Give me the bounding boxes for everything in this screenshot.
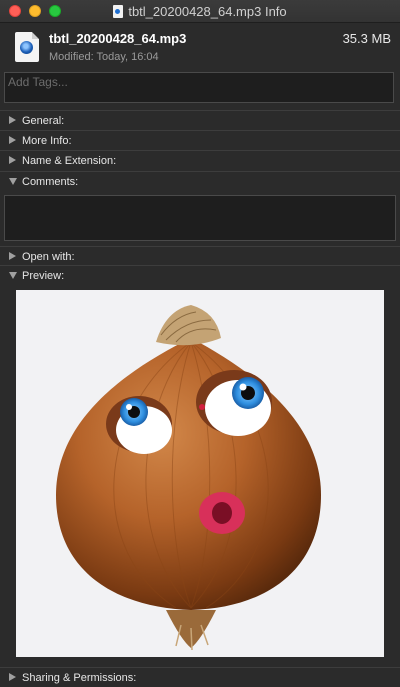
section-label: Name & Extension: [22, 155, 117, 167]
disclosure-triangle-icon[interactable] [9, 136, 16, 144]
section-label: Preview: [22, 270, 65, 282]
quicktime-file-icon [15, 32, 39, 62]
disclosure-triangle-icon[interactable] [9, 116, 16, 124]
file-size: 35.3 MB [342, 31, 391, 46]
file-name: tbtl_20200428_64.mp3 [49, 31, 187, 46]
disclosure-triangle-icon[interactable] [9, 673, 16, 681]
section-more-info[interactable]: More Info: [0, 130, 400, 150]
window-title: tbtl_20200428_64.mp3 Info [128, 3, 287, 19]
section-preview[interactable]: Preview: [0, 265, 400, 285]
disclosure-triangle-icon[interactable] [9, 252, 16, 260]
section-name-extension[interactable]: Name & Extension: [0, 150, 400, 170]
disclosure-triangle-icon[interactable] [9, 178, 17, 185]
comments-field[interactable] [4, 195, 396, 241]
section-label: Sharing & Permissions: [22, 672, 137, 684]
disclosure-triangle-icon[interactable] [9, 156, 16, 164]
section-label: General: [22, 115, 65, 127]
modified-date: Modified: Today, 16:04 [49, 51, 159, 63]
section-label: Comments: [22, 176, 79, 188]
file-header: tbtl_20200428_64.mp3 35.3 MB Modified: T… [0, 22, 400, 68]
title-bar: tbtl_20200428_64.mp3 Info [0, 0, 400, 23]
disclosure-triangle-icon[interactable] [9, 272, 17, 279]
tags-input[interactable]: Add Tags... [4, 72, 394, 103]
section-comments[interactable]: Comments: [0, 171, 400, 191]
section-sharing-permissions[interactable]: Sharing & Permissions: [0, 667, 400, 687]
section-label: More Info: [22, 135, 72, 147]
preview-image [16, 290, 384, 657]
onion-face-artwork [56, 305, 321, 651]
section-open-with[interactable]: Open with: [0, 246, 400, 266]
window-title-group: tbtl_20200428_64.mp3 Info [0, 0, 400, 22]
document-proxy-icon[interactable] [113, 4, 124, 18]
section-label: Open with: [22, 251, 75, 263]
section-general[interactable]: General: [0, 110, 400, 130]
